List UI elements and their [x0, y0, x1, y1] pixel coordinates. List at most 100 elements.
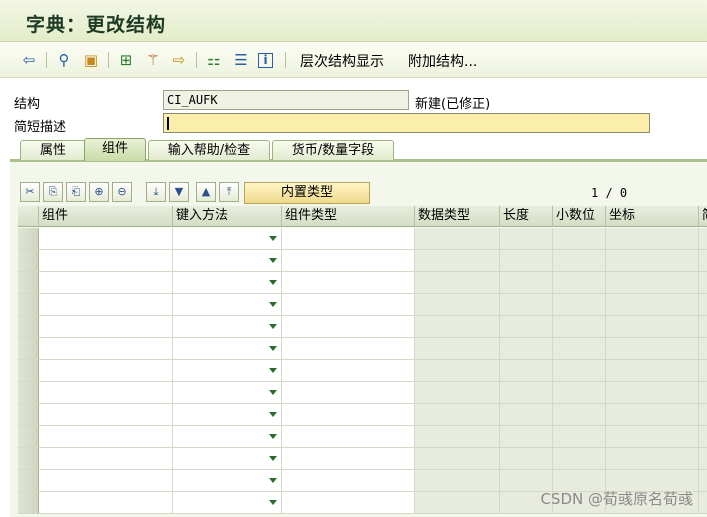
dropdown-arrow-icon[interactable]	[269, 500, 277, 505]
dropdown-arrow-icon[interactable]	[269, 280, 277, 285]
component-type-cell[interactable]	[282, 382, 415, 404]
typing-method-cell[interactable]	[173, 492, 282, 514]
typing-method-cell[interactable]	[173, 426, 282, 448]
tab-currency-quantity[interactable]: 货币/数量字段	[272, 140, 394, 160]
back-icon[interactable]: ⇦	[20, 51, 38, 69]
component-cell[interactable]	[39, 316, 173, 338]
row-selector[interactable]	[18, 426, 39, 448]
typing-method-cell[interactable]	[173, 470, 282, 492]
typing-method-cell[interactable]	[173, 382, 282, 404]
scroll-top-button[interactable]: ⤒	[219, 182, 239, 202]
row-selector[interactable]	[18, 272, 39, 294]
typing-method-cell[interactable]	[173, 250, 282, 272]
delete-row-button[interactable]: ⊖	[112, 182, 132, 202]
page-down-button[interactable]: ▼	[169, 182, 189, 202]
row-selector[interactable]	[18, 404, 39, 426]
hierarchy-display-button[interactable]: 层次结构显示	[300, 51, 384, 71]
component-type-cell[interactable]	[282, 250, 415, 272]
tab-attributes[interactable]: 属性	[20, 140, 86, 160]
column-header-component[interactable]: 组件	[39, 206, 173, 227]
column-header-coordinate[interactable]: 坐标	[606, 206, 699, 227]
column-header-length[interactable]: 长度	[500, 206, 553, 227]
magic-wand-icon[interactable]: ⚚	[144, 51, 162, 69]
dropdown-arrow-icon[interactable]	[269, 456, 277, 461]
dropdown-arrow-icon[interactable]	[269, 346, 277, 351]
component-type-cell[interactable]	[282, 228, 415, 250]
component-cell[interactable]	[39, 470, 173, 492]
column-header-data-type[interactable]: 数据类型	[415, 206, 500, 227]
component-cell[interactable]	[39, 294, 173, 316]
column-header-decimals[interactable]: 小数位	[553, 206, 606, 227]
dropdown-arrow-icon[interactable]	[269, 258, 277, 263]
tab-input-help-check[interactable]: 输入帮助/检查	[148, 140, 270, 160]
component-cell[interactable]	[39, 448, 173, 470]
column-header-typing-method[interactable]: 键入方法	[173, 206, 282, 227]
dropdown-arrow-icon[interactable]	[269, 434, 277, 439]
component-type-cell[interactable]	[282, 426, 415, 448]
row-selector[interactable]	[18, 448, 39, 470]
row-selector[interactable]	[18, 360, 39, 382]
dropdown-arrow-icon[interactable]	[269, 368, 277, 373]
dropdown-arrow-icon[interactable]	[269, 390, 277, 395]
dropdown-arrow-icon[interactable]	[269, 412, 277, 417]
typing-method-cell[interactable]	[173, 316, 282, 338]
component-cell[interactable]	[39, 338, 173, 360]
component-type-cell[interactable]	[282, 272, 415, 294]
row-selector[interactable]	[18, 228, 39, 250]
component-cell[interactable]	[39, 426, 173, 448]
cut-row-button[interactable]: ✂	[20, 182, 40, 202]
row-selector[interactable]	[18, 492, 39, 514]
column-header-short-text[interactable]: 简	[699, 206, 707, 227]
component-type-cell[interactable]	[282, 338, 415, 360]
typing-method-cell[interactable]	[173, 294, 282, 316]
insert-row-button[interactable]: ⊕	[89, 182, 109, 202]
typing-method-cell[interactable]	[173, 448, 282, 470]
append-structure-button[interactable]: 附加结构...	[408, 51, 477, 71]
component-type-cell[interactable]	[282, 470, 415, 492]
component-cell[interactable]	[39, 404, 173, 426]
typing-method-cell[interactable]	[173, 360, 282, 382]
builtin-type-button[interactable]: 内置类型	[244, 182, 370, 204]
hierarchy-icon[interactable]: ⊞	[117, 51, 135, 69]
row-selector-header[interactable]	[18, 206, 39, 227]
component-type-cell[interactable]	[282, 360, 415, 382]
row-selector[interactable]	[18, 294, 39, 316]
column-header-component-type[interactable]: 组件类型	[282, 206, 415, 227]
typing-method-cell[interactable]	[173, 404, 282, 426]
row-selector[interactable]	[18, 382, 39, 404]
component-type-cell[interactable]	[282, 492, 415, 514]
row-selector[interactable]	[18, 338, 39, 360]
dropdown-arrow-icon[interactable]	[269, 324, 277, 329]
clipboard-icon[interactable]: ▣	[82, 51, 100, 69]
dropdown-arrow-icon[interactable]	[269, 302, 277, 307]
component-type-cell[interactable]	[282, 316, 415, 338]
scroll-bottom-button[interactable]: ⤓	[146, 182, 166, 202]
tab-components[interactable]: 组件	[84, 138, 146, 161]
info-icon[interactable]: i	[258, 53, 273, 68]
typing-method-cell[interactable]	[173, 338, 282, 360]
component-cell[interactable]	[39, 228, 173, 250]
component-cell[interactable]	[39, 382, 173, 404]
typing-method-cell[interactable]	[173, 228, 282, 250]
short-description-input[interactable]	[163, 113, 650, 133]
tree-icon[interactable]: ⚏	[205, 51, 223, 69]
list-icon[interactable]: ☰	[232, 51, 250, 69]
row-selector[interactable]	[18, 250, 39, 272]
row-selector[interactable]	[18, 316, 39, 338]
paste-row-button[interactable]: ⎗	[66, 182, 86, 202]
component-cell[interactable]	[39, 272, 173, 294]
dropdown-arrow-icon[interactable]	[269, 236, 277, 241]
typing-method-cell[interactable]	[173, 272, 282, 294]
component-type-cell[interactable]	[282, 404, 415, 426]
component-cell[interactable]	[39, 360, 173, 382]
page-up-button[interactable]: ▲	[196, 182, 216, 202]
component-cell[interactable]	[39, 250, 173, 272]
export-icon[interactable]: ⇨	[170, 51, 188, 69]
dropdown-arrow-icon[interactable]	[269, 478, 277, 483]
row-selector[interactable]	[18, 470, 39, 492]
component-type-cell[interactable]	[282, 448, 415, 470]
component-cell[interactable]	[39, 492, 173, 514]
glasses-icon[interactable]: ⚲	[55, 51, 73, 69]
copy-row-button[interactable]: ⎘	[43, 182, 63, 202]
component-type-cell[interactable]	[282, 294, 415, 316]
